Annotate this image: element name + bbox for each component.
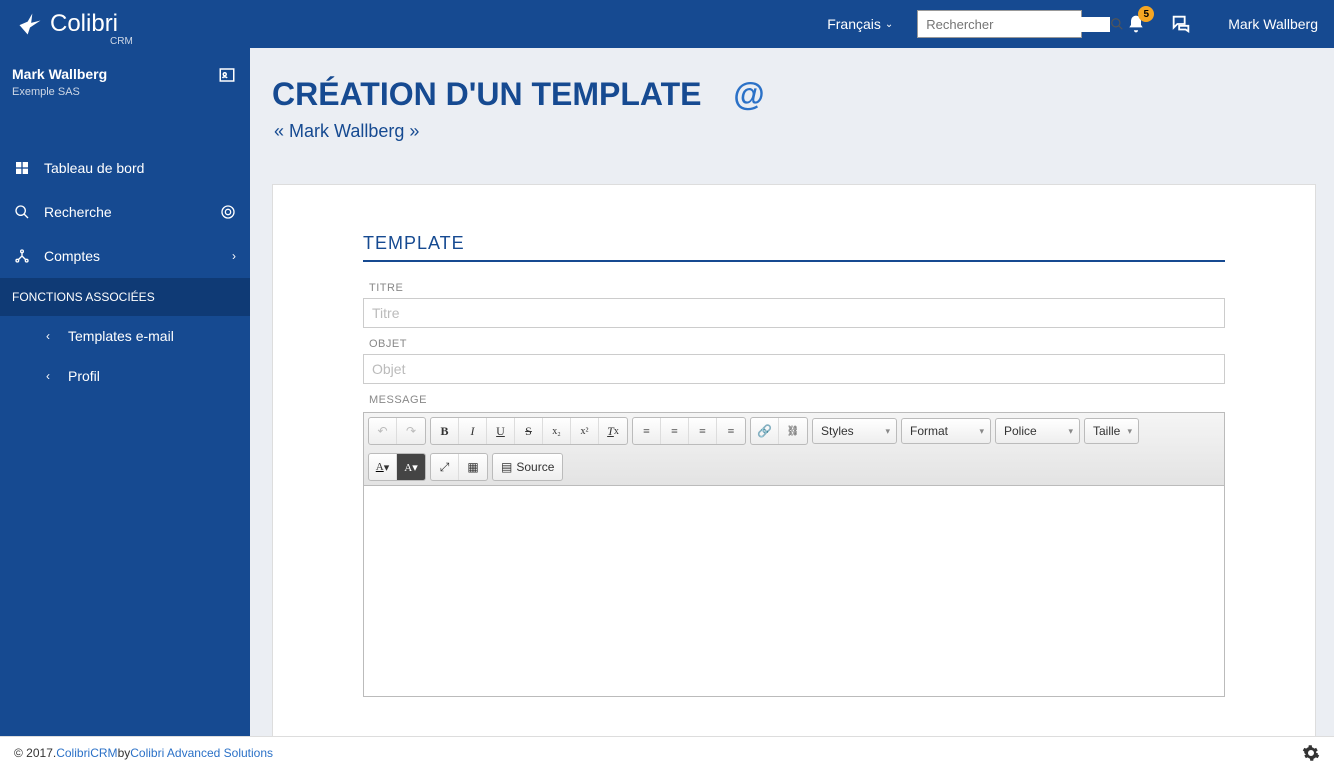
target-icon: [220, 204, 236, 220]
nav-search[interactable]: Recherche: [0, 190, 250, 234]
rich-text-editor: ↶ ↷ B I U S x₂ x² Tx ≡ ≡: [363, 412, 1225, 697]
footer-link-cas[interactable]: Colibri Advanced Solutions: [130, 746, 273, 760]
unlink-button[interactable]: ⛓: [779, 418, 807, 444]
section-title: TEMPLATE: [363, 233, 1225, 262]
chat-button[interactable]: [1170, 13, 1192, 35]
search-button[interactable]: [1110, 17, 1124, 31]
nav-label: Tableau de bord: [44, 160, 144, 176]
footer-copyright: © 2017.: [14, 746, 56, 760]
logo[interactable]: Colibri: [16, 10, 118, 38]
source-button[interactable]: ▤ Source: [493, 454, 562, 480]
notification-badge: 5: [1138, 6, 1154, 22]
label-message: MESSAGE: [369, 394, 1225, 406]
styles-select[interactable]: Styles: [812, 418, 897, 444]
notifications-button[interactable]: 5: [1126, 14, 1146, 34]
text-color-button[interactable]: A▾: [369, 454, 397, 480]
main-content: CRÉATION D'UN TEMPLATE @ « Mark Wallberg…: [250, 48, 1334, 736]
settings-button[interactable]: [1302, 744, 1320, 762]
at-icon: @: [733, 76, 764, 113]
bg-color-button[interactable]: A▾: [397, 454, 425, 480]
font-select[interactable]: Police: [995, 418, 1080, 444]
align-right-button[interactable]: ≡: [689, 418, 717, 444]
link-button[interactable]: 🔗: [751, 418, 779, 444]
language-selector[interactable]: Français ⌄: [827, 16, 893, 32]
size-select[interactable]: Taille: [1084, 418, 1139, 444]
undo-button[interactable]: ↶: [369, 418, 397, 444]
italic-button[interactable]: I: [459, 418, 487, 444]
show-blocks-button[interactable]: ▦: [459, 454, 487, 480]
page-title: CRÉATION D'UN TEMPLATE: [272, 76, 702, 113]
breadcrumb: « Mark Wallberg »: [272, 121, 1334, 142]
nav-dashboard[interactable]: Tableau de bord: [0, 146, 250, 190]
label-titre: TITRE: [369, 282, 1225, 294]
search-icon: [1110, 17, 1124, 31]
chevron-left-icon: ‹: [46, 329, 50, 343]
align-left-button[interactable]: ≡: [633, 418, 661, 444]
label-objet: OBJET: [369, 338, 1225, 350]
contact-card-icon: [218, 66, 236, 84]
sidebar-user-name: Mark Wallberg: [12, 66, 238, 82]
align-center-button[interactable]: ≡: [661, 418, 689, 444]
document-icon: ▤: [501, 460, 512, 475]
language-label: Français: [827, 16, 881, 32]
search-input[interactable]: [918, 17, 1110, 32]
underline-button[interactable]: U: [487, 418, 515, 444]
chat-icon: [1170, 13, 1192, 35]
sub-profile[interactable]: ‹ Profil: [0, 356, 250, 396]
search-icon: [14, 204, 30, 220]
search-box: [917, 10, 1082, 38]
chevron-down-icon: ⌄: [885, 19, 893, 30]
nav-label: Recherche: [44, 204, 112, 220]
sub-templates-email[interactable]: ‹ Templates e-mail: [0, 316, 250, 356]
colibri-icon: [16, 10, 44, 38]
strikethrough-button[interactable]: S: [515, 418, 543, 444]
nav-accounts[interactable]: Comptes ›: [0, 234, 250, 278]
footer: © 2017. ColibriCRM by Colibri Advanced S…: [0, 736, 1334, 768]
brand-text: Colibri: [50, 10, 118, 38]
sidebar-user-block[interactable]: Mark Wallberg Exemple SAS: [0, 48, 250, 116]
sub-item-label: Templates e-mail: [68, 328, 174, 344]
top-user-name: Mark Wallberg: [1228, 16, 1318, 32]
gear-icon: [1302, 744, 1320, 762]
align-justify-button[interactable]: ≡: [717, 418, 745, 444]
nav-label: Comptes: [44, 248, 100, 264]
network-icon: [14, 248, 30, 264]
bold-button[interactable]: B: [431, 418, 459, 444]
user-menu[interactable]: Mark Wallberg: [1228, 16, 1318, 32]
chevron-right-icon: ›: [232, 249, 236, 263]
subscript-button[interactable]: x₂: [543, 418, 571, 444]
input-titre[interactable]: [363, 298, 1225, 328]
sidebar: Mark Wallberg Exemple SAS Tableau de bor…: [0, 48, 250, 736]
sidebar-user-company: Exemple SAS: [12, 86, 238, 98]
page-header: CRÉATION D'UN TEMPLATE @ « Mark Wallberg…: [250, 48, 1334, 142]
form-card: TEMPLATE TITRE OBJET MESSAGE ↶ ↷ B I U S: [272, 184, 1316, 736]
redo-button[interactable]: ↷: [397, 418, 425, 444]
format-select[interactable]: Format: [901, 418, 991, 444]
remove-format-button[interactable]: Tx: [599, 418, 627, 444]
input-objet[interactable]: [363, 354, 1225, 384]
brand-subtext: CRM: [110, 36, 133, 47]
dashboard-icon: [14, 160, 30, 176]
maximize-button[interactable]: ⤢: [431, 454, 459, 480]
sidebar-section-associated: FONCTIONS ASSOCIÉES: [0, 278, 250, 316]
footer-by: by: [118, 746, 131, 760]
sub-item-label: Profil: [68, 368, 100, 384]
editor-toolbar: ↶ ↷ B I U S x₂ x² Tx ≡ ≡: [364, 413, 1224, 486]
editor-body[interactable]: [364, 486, 1224, 696]
superscript-button[interactable]: x²: [571, 418, 599, 444]
chevron-left-icon: ‹: [46, 369, 50, 383]
footer-link-colibricrm[interactable]: ColibriCRM: [56, 746, 117, 760]
topbar: Colibri CRM Français ⌄ 5 Mark Wallberg: [0, 0, 1334, 48]
